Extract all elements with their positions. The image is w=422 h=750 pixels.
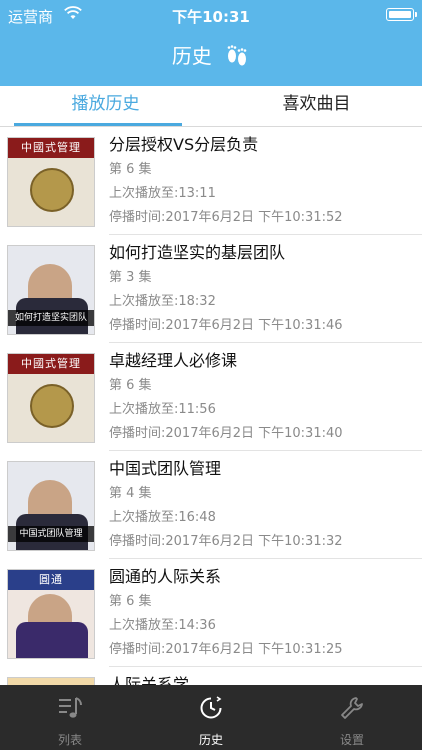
list-item[interactable]: 人际关系学: [0, 667, 422, 685]
tab-play-history[interactable]: 播放历史: [0, 86, 211, 126]
status-time: 下午10:31: [172, 8, 250, 26]
status-bar: 运营商 下午10:31: [0, 0, 422, 30]
tabbar-label: 列表: [57, 733, 82, 747]
cover-image: [7, 677, 95, 685]
cover-band-text: 圓通: [8, 570, 94, 590]
list-item[interactable]: 圓通 圆通的人际关系 第 6 集 上次播放至:14:36 停播时间:2017年6…: [0, 559, 422, 667]
cover-band-text: 中國式管理: [8, 138, 94, 158]
cover-image: 中国式团队管理: [7, 461, 95, 551]
list-item[interactable]: 中国式团队管理 中国式团队管理 第 4 集 上次播放至:16:48 停播时间:2…: [0, 451, 422, 559]
tabbar-label: 历史: [198, 733, 223, 747]
item-stopped-at: 停播时间:2017年6月2日 下午10:31:40: [109, 426, 343, 441]
list-item[interactable]: 中國式管理 分层授权VS分层负责 第 6 集 上次播放至:13:11 停播时间:…: [0, 127, 422, 235]
item-last-played: 上次播放至:14:36: [109, 618, 216, 633]
segment-tabs: 播放历史 喜欢曲目: [0, 86, 422, 126]
item-stopped-at: 停播时间:2017年6月2日 下午10:31:46: [109, 318, 343, 333]
item-last-played: 上次播放至:11:56: [109, 402, 216, 417]
item-stopped-at: 停播时间:2017年6月2日 下午10:31:25: [109, 642, 343, 657]
tab-favorites[interactable]: 喜欢曲目: [211, 86, 422, 126]
item-episode: 第 6 集: [109, 378, 152, 393]
bottom-tab-bar: 列表 历史 设置: [0, 685, 422, 750]
page-title: 历史: [171, 44, 212, 68]
item-last-played: 上次播放至:16:48: [109, 510, 216, 525]
cover-tagline: 中国式团队管理: [8, 526, 94, 542]
tabbar-item-history[interactable]: 历史: [141, 685, 281, 750]
item-last-played: 上次播放至:13:11: [109, 186, 216, 201]
item-title: 分层授权VS分层负责: [109, 135, 259, 154]
tabbar-item-settings[interactable]: 设置: [282, 685, 422, 750]
item-stopped-at: 停播时间:2017年6月2日 下午10:31:32: [109, 534, 343, 549]
item-last-played: 上次播放至:18:32: [109, 294, 216, 309]
item-episode: 第 4 集: [109, 486, 152, 501]
item-title: 人际关系学: [109, 675, 190, 685]
nav-header: 运营商 下午10:31 历史: [0, 0, 422, 86]
footprint-icon: [224, 42, 250, 73]
item-title: 如何打造坚实的基层团队: [109, 243, 286, 262]
list-item[interactable]: 如何打造坚实团队 如何打造坚实的基层团队 第 3 集 上次播放至:18:32 停…: [0, 235, 422, 343]
cover-image: 中國式管理: [7, 137, 95, 227]
list-item[interactable]: 中國式管理 卓越经理人必修课 第 6 集 上次播放至:11:56 停播时间:20…: [0, 343, 422, 451]
item-episode: 第 6 集: [109, 162, 152, 177]
battery-icon: [386, 8, 417, 21]
item-episode: 第 6 集: [109, 594, 152, 609]
history-list: 中國式管理 分层授权VS分层负责 第 6 集 上次播放至:13:11 停播时间:…: [0, 127, 422, 685]
tabbar-label: 设置: [339, 733, 364, 747]
item-stopped-at: 停播时间:2017年6月2日 下午10:31:52: [109, 210, 343, 225]
wrench-icon: [339, 695, 365, 721]
tabbar-item-list[interactable]: 列表: [0, 685, 140, 750]
cover-image: 圓通: [7, 569, 95, 659]
item-title: 卓越经理人必修课: [109, 351, 238, 370]
item-episode: 第 3 集: [109, 270, 152, 285]
music-list-icon: [57, 695, 83, 721]
cover-tagline: 如何打造坚实团队: [8, 310, 94, 326]
clock-icon: [198, 695, 224, 721]
cover-band-text: 中國式管理: [8, 354, 94, 374]
cover-image: 中國式管理: [7, 353, 95, 443]
cover-image: 如何打造坚实团队: [7, 245, 95, 335]
item-title: 圆通的人际关系: [109, 567, 222, 586]
item-title: 中国式团队管理: [109, 459, 222, 478]
